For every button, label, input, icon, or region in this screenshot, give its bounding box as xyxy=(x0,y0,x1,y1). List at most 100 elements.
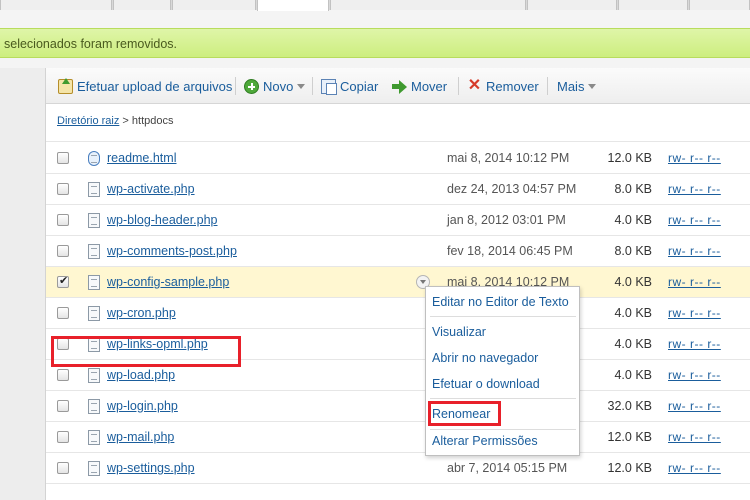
move-button[interactable]: Mover xyxy=(392,77,447,95)
tab-4[interactable] xyxy=(257,0,329,11)
row-checkbox[interactable] xyxy=(57,400,69,412)
file-size: 12.0 KB xyxy=(607,430,652,444)
tab-7[interactable] xyxy=(618,0,688,10)
file-size: 4.0 KB xyxy=(614,213,652,227)
file-name-link[interactable]: readme.html xyxy=(107,151,176,165)
file-name-link[interactable]: wp-settings.php xyxy=(107,461,195,475)
toolbar: Efetuar upload de arquivos Novo Copiar M… xyxy=(46,68,750,104)
table-row[interactable]: wp-comments-post.php fev 18, 2014 06:45 P… xyxy=(46,236,750,267)
table-row[interactable]: wp-cron.php 4.0 KB rw- r-- r-- xyxy=(46,298,750,329)
tab-5[interactable] xyxy=(330,0,526,10)
tab-3[interactable] xyxy=(172,0,256,10)
menu-divider xyxy=(430,398,576,399)
php-file-icon xyxy=(88,461,100,476)
context-menu: Editar no Editor de Texto Visualizar Abr… xyxy=(425,286,580,456)
breadcrumb-separator: > xyxy=(122,115,129,127)
php-file-icon xyxy=(88,182,100,197)
file-permissions-link[interactable]: rw- r-- r-- xyxy=(668,368,721,382)
toolbar-divider xyxy=(312,77,313,95)
file-name-link[interactable]: wp-activate.php xyxy=(107,182,195,196)
copy-button[interactable]: Copiar xyxy=(321,77,378,95)
file-permissions-link[interactable]: rw- r-- r-- xyxy=(668,430,721,444)
file-date: abr 7, 2014 05:15 PM xyxy=(447,461,568,475)
file-permissions-link[interactable]: rw- r-- r-- xyxy=(668,213,721,227)
table-row[interactable]: wp-blog-header.php jan 8, 2012 03:01 PM 4.… xyxy=(46,205,750,236)
row-checkbox[interactable] xyxy=(57,152,69,164)
row-checkbox[interactable] xyxy=(57,307,69,319)
menu-item-open-browser[interactable]: Abrir no navegador xyxy=(432,351,538,365)
move-label: Mover xyxy=(411,78,448,94)
file-name-link[interactable]: wp-config-sample.php xyxy=(107,275,229,289)
more-button[interactable]: Mais xyxy=(557,77,597,95)
php-file-icon xyxy=(88,244,100,259)
menu-divider xyxy=(430,429,576,430)
remove-button[interactable]: ✕ Remover xyxy=(467,77,539,95)
row-checkbox[interactable] xyxy=(57,431,69,443)
table-row[interactable]: wp-activate.php dez 24, 2013 04:57 PM 8.0 … xyxy=(46,174,750,205)
toolbar-divider xyxy=(235,77,236,95)
file-permissions-link[interactable]: rw- r-- r-- xyxy=(668,306,721,320)
file-date: mai 8, 2014 10:12 PM xyxy=(447,151,570,165)
file-name-link[interactable]: wp-mail.php xyxy=(107,430,174,444)
file-name-link[interactable]: wp-cron.php xyxy=(107,306,176,320)
new-button[interactable]: Novo xyxy=(244,77,306,95)
file-permissions-link[interactable]: rw- r-- r-- xyxy=(668,337,721,351)
row-checkbox[interactable] xyxy=(57,183,69,195)
menu-item-view[interactable]: Visualizar xyxy=(432,325,486,339)
table-row[interactable]: readme.html mai 8, 2014 10:12 PM 12.0 KB rw… xyxy=(46,143,750,174)
tab-6[interactable] xyxy=(527,0,617,10)
menu-item-edit-text[interactable]: Editar no Editor de Texto xyxy=(432,295,569,309)
file-name-link[interactable]: wp-login.php xyxy=(107,399,178,413)
file-date: fev 18, 2014 06:45 PM xyxy=(447,244,573,258)
breadcrumb: Diretório raiz > httpdocs xyxy=(57,115,174,127)
copy-icon xyxy=(321,78,337,95)
file-size: 4.0 KB xyxy=(614,337,652,351)
row-checkbox[interactable] xyxy=(57,462,69,474)
file-size: 8.0 KB xyxy=(614,244,652,258)
tab-strip xyxy=(0,0,750,11)
row-checkbox[interactable] xyxy=(57,245,69,257)
file-size: 12.0 KB xyxy=(607,461,652,475)
copy-label: Copiar xyxy=(340,78,379,94)
toolbar-divider xyxy=(547,77,548,95)
file-permissions-link[interactable]: rw- r-- r-- xyxy=(668,151,721,165)
menu-item-permissions[interactable]: Alterar Permissões xyxy=(432,434,538,448)
file-size: 4.0 KB xyxy=(614,275,652,289)
table-row[interactable]: wp-settings.php abr 7, 2014 05:15 PM 12.0 … xyxy=(46,453,750,484)
row-checkbox[interactable] xyxy=(57,369,69,381)
table-row[interactable]: wp-mail.php 12.0 KB rw- r-- r-- xyxy=(46,422,750,453)
menu-divider xyxy=(430,316,576,317)
file-name-link[interactable]: wp-comments-post.php xyxy=(107,244,237,258)
notification-bar: selecionados foram removidos. xyxy=(0,28,750,58)
file-permissions-link[interactable]: rw- r-- r-- xyxy=(668,461,721,475)
toolbar-divider xyxy=(458,77,459,95)
table-row[interactable]: wp-login.php 32.0 KB rw- r-- r-- xyxy=(46,391,750,422)
left-gutter xyxy=(0,68,46,500)
breadcrumb-root-link[interactable]: Diretório raiz xyxy=(57,115,119,127)
new-label: Novo xyxy=(263,78,294,94)
file-permissions-link[interactable]: rw- r-- r-- xyxy=(668,399,721,413)
file-manager-panel: Efetuar upload de arquivos Novo Copiar M… xyxy=(46,68,750,500)
file-name-link[interactable]: wp-blog-header.php xyxy=(107,213,218,227)
file-permissions-link[interactable]: rw- r-- r-- xyxy=(668,182,721,196)
file-permissions-link[interactable]: rw- r-- r-- xyxy=(668,244,721,258)
tab-8[interactable] xyxy=(689,0,750,10)
file-date: dez 24, 2013 04:57 PM xyxy=(447,182,577,196)
file-size: 4.0 KB xyxy=(614,368,652,382)
row-checkbox[interactable] xyxy=(57,274,69,288)
upload-button[interactable]: Efetuar upload de arquivos xyxy=(58,77,232,95)
menu-item-download[interactable]: Efetuar o download xyxy=(432,377,540,391)
table-row[interactable]: wp-config-sample.phpmai 8, 2014 10:12 PM… xyxy=(46,267,750,298)
file-name-link[interactable]: wp-load.php xyxy=(107,368,175,382)
plus-icon xyxy=(244,78,259,94)
file-permissions-link[interactable]: rw- r-- r-- xyxy=(668,275,721,289)
chevron-down-icon xyxy=(588,83,597,89)
row-checkbox[interactable] xyxy=(57,214,69,226)
file-size: 4.0 KB xyxy=(614,306,652,320)
file-size: 32.0 KB xyxy=(607,399,652,413)
tab-1[interactable] xyxy=(0,0,112,10)
php-file-icon xyxy=(88,368,100,383)
table-row xyxy=(46,130,750,142)
tab-2[interactable] xyxy=(113,0,171,10)
chevron-down-icon xyxy=(297,83,306,89)
